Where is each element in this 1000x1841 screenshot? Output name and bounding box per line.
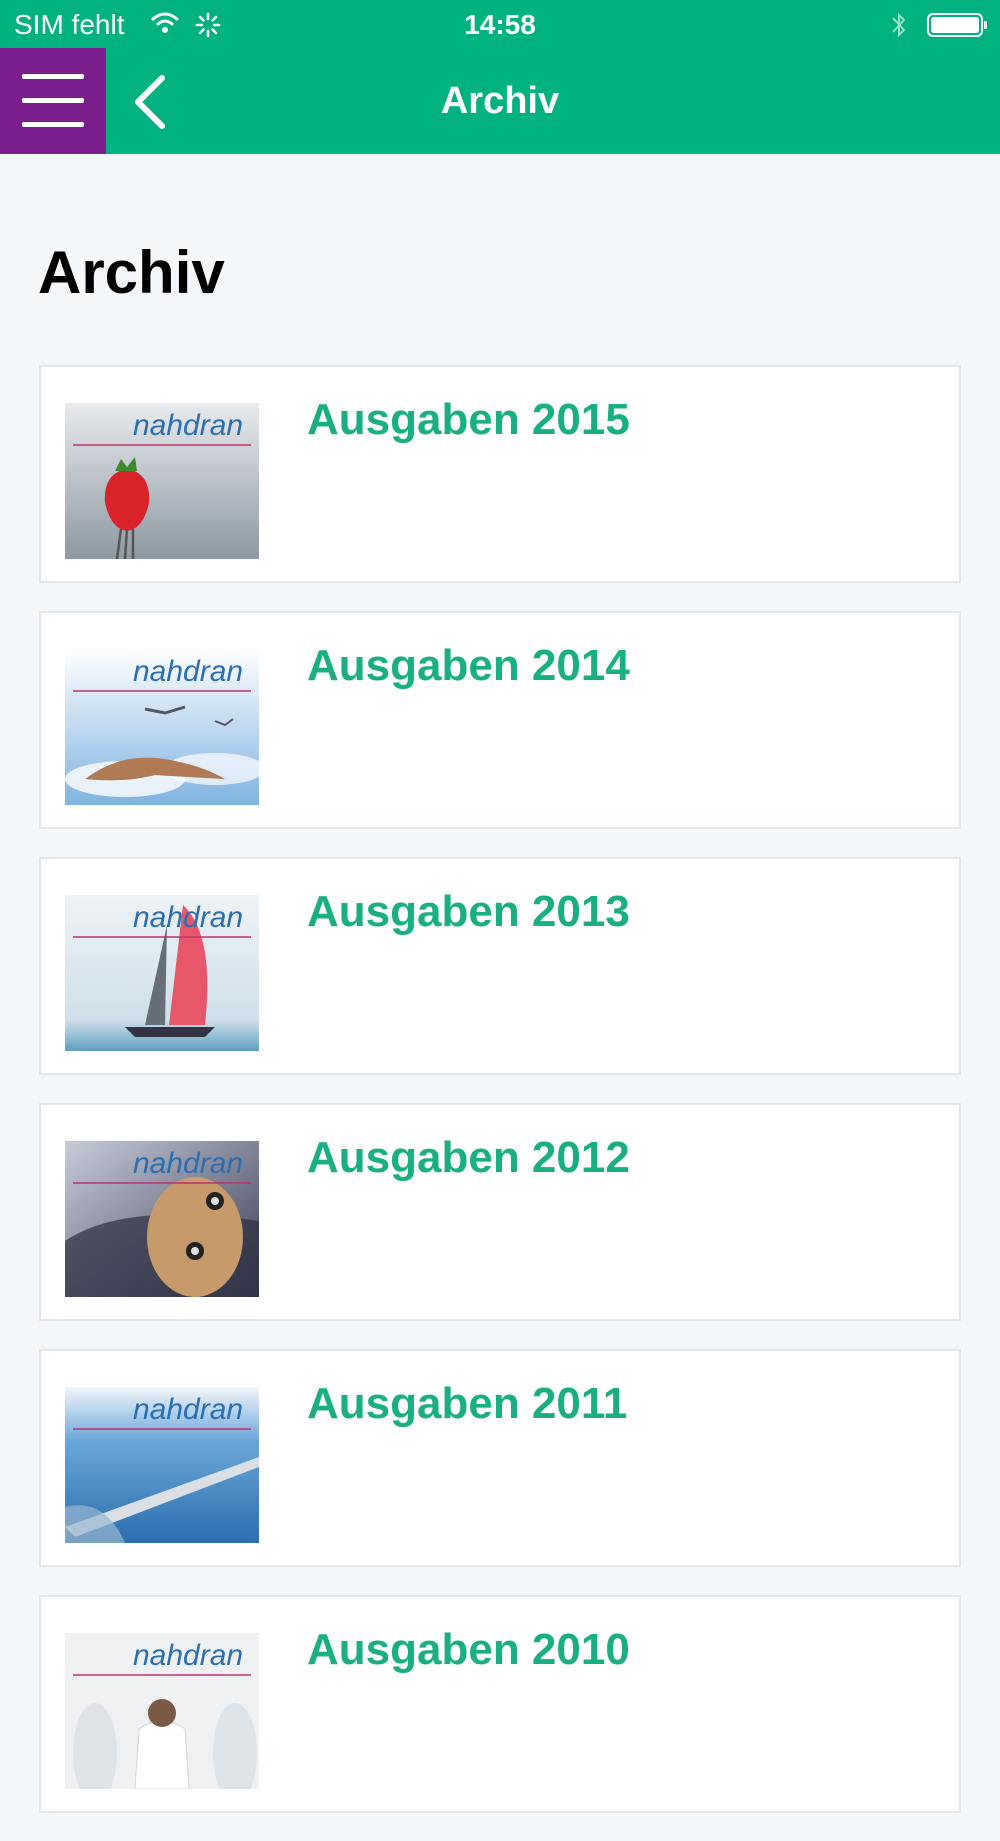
archive-list: nahdran Ausgaben 2015 nahdran Ausgaben 2…	[39, 365, 961, 1841]
menu-button[interactable]	[0, 48, 106, 154]
cover-thumbnail: nahdran	[65, 895, 259, 1051]
back-button[interactable]	[126, 74, 176, 130]
archive-item-label: Ausgaben 2012	[307, 1133, 630, 1182]
archive-item-label: Ausgaben 2011	[307, 1379, 628, 1428]
svg-text:nahdran: nahdran	[133, 901, 243, 934]
svg-text:nahdran: nahdran	[133, 1147, 243, 1180]
navigation-bar: Archiv	[0, 48, 1000, 154]
archive-item-label: Ausgaben 2015	[307, 395, 630, 444]
svg-text:nahdran: nahdran	[133, 1393, 243, 1426]
bluetooth-icon	[889, 10, 909, 45]
archive-item[interactable]: nahdran Ausgaben 2014	[39, 611, 961, 829]
svg-text:nahdran: nahdran	[133, 409, 243, 442]
archive-item[interactable]: nahdran Ausgaben 2012	[39, 1103, 961, 1321]
archive-item[interactable]: nahdran Ausgaben 2011	[39, 1349, 961, 1567]
cover-thumbnail: nahdran	[65, 649, 259, 805]
battery-icon	[927, 13, 987, 37]
archive-item[interactable]: nahdran Ausgaben 2015	[39, 365, 961, 583]
page-title: Archiv	[38, 239, 225, 306]
cover-thumbnail: nahdran	[65, 1633, 259, 1789]
svg-text:nahdran: nahdran	[133, 1639, 243, 1672]
status-time: 14:58	[464, 9, 536, 40]
cover-thumbnail: nahdran	[65, 403, 259, 559]
archive-item[interactable]: nahdran Ausgaben 2010	[39, 1595, 961, 1813]
cover-thumbnail: nahdran	[65, 1387, 259, 1543]
archive-item-label: Ausgaben 2014	[307, 641, 630, 690]
chevron-left-icon	[126, 75, 176, 134]
status-bar: SIM fehlt 14:58	[0, 0, 1000, 50]
archive-item[interactable]: nahdran Ausgaben 2013	[39, 857, 961, 1075]
archive-item-label: Ausgaben 2010	[307, 1625, 630, 1674]
svg-text:nahdran: nahdran	[133, 655, 243, 688]
cover-thumbnail: nahdran	[65, 1141, 259, 1297]
archive-item-label: Ausgaben 2013	[307, 887, 630, 936]
